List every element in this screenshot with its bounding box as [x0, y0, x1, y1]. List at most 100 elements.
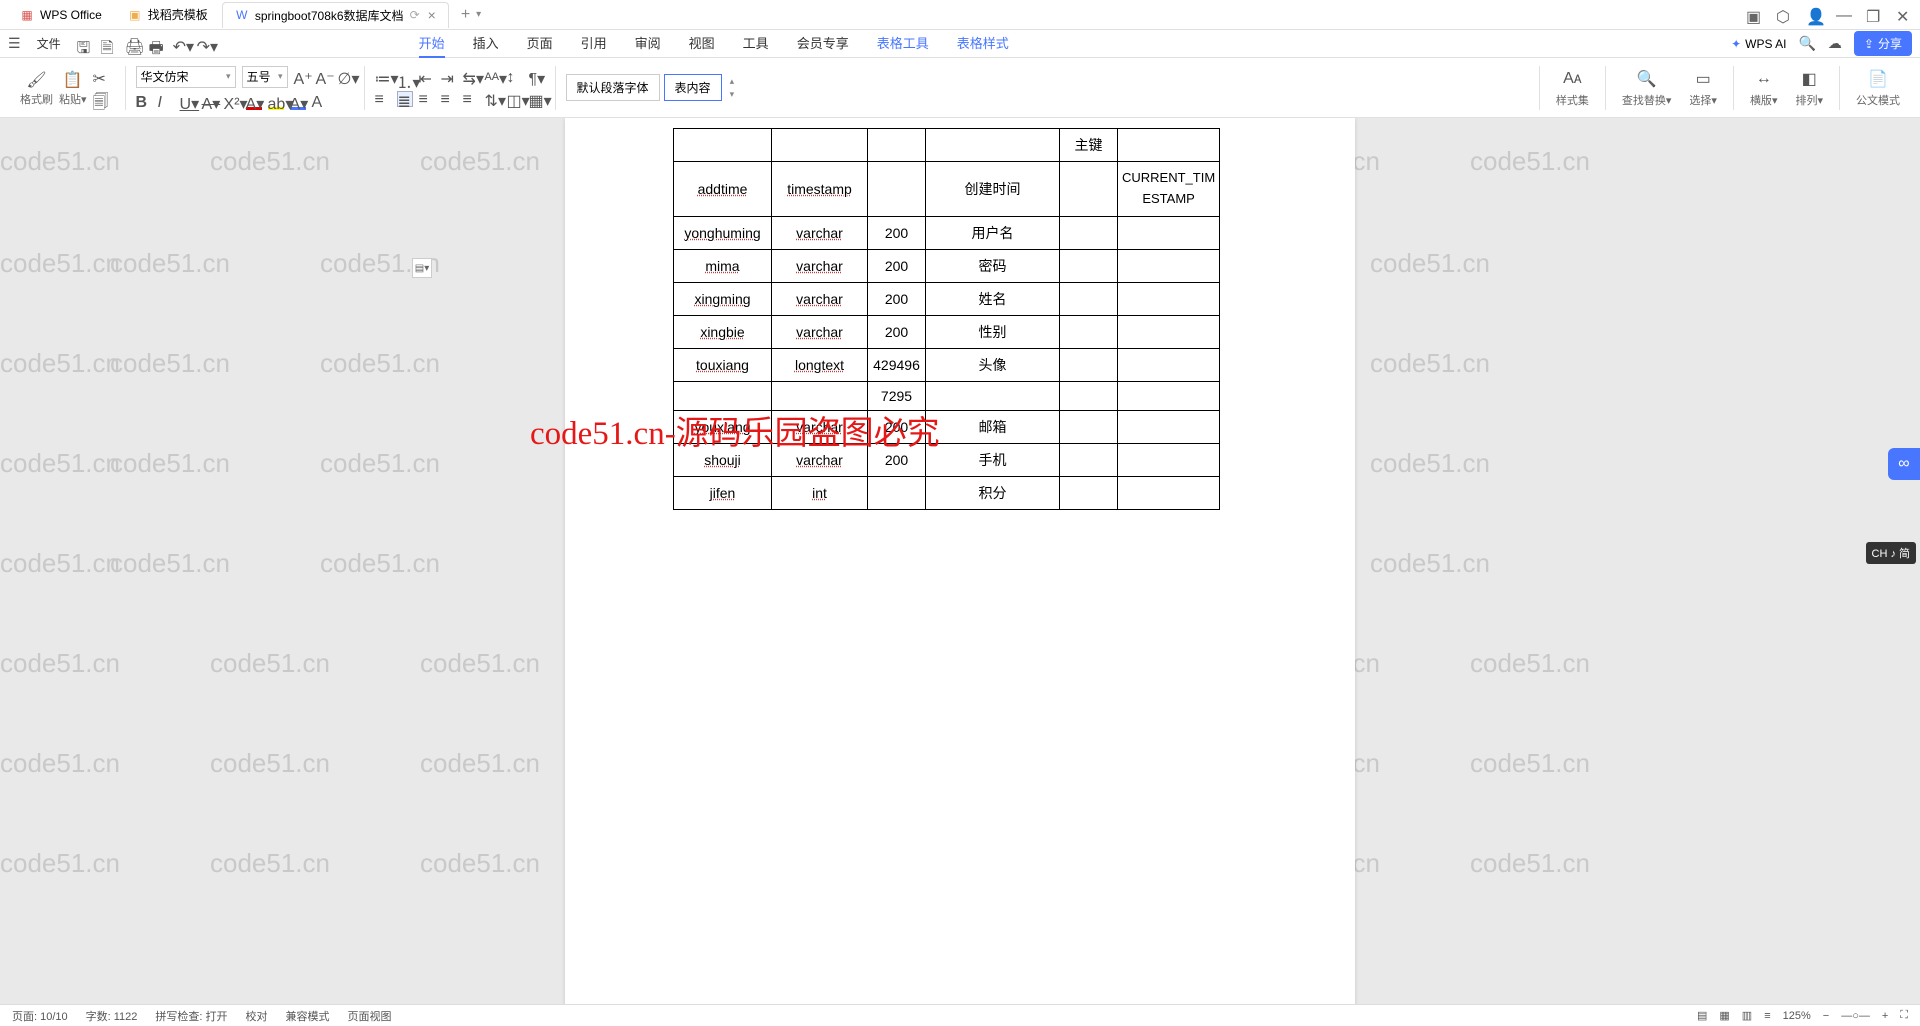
style-down-icon[interactable]: ▾	[730, 89, 735, 100]
table-row[interactable]: touxianglongtext429496头像	[674, 348, 1220, 381]
file-menu[interactable]: 文件	[33, 33, 65, 54]
table-cell[interactable]	[1060, 443, 1118, 476]
bold-icon[interactable]: B	[136, 94, 152, 110]
ime-indicator[interactable]: CH ♪ 简	[1866, 542, 1917, 564]
table-cell[interactable]: 用户名	[926, 216, 1060, 249]
table-row[interactable]: xingmingvarchar200姓名	[674, 282, 1220, 315]
table-cell[interactable]: shouji	[674, 443, 772, 476]
table-cell[interactable]	[868, 476, 926, 509]
view-read-icon[interactable]: ▤	[1697, 1009, 1707, 1022]
table-cell[interactable]: 429496	[868, 348, 926, 381]
format-painter-icon[interactable]: 🖌	[26, 69, 48, 91]
table-cell[interactable]: CURRENT_TIMESTAMP	[1118, 162, 1220, 217]
style-up-icon[interactable]: ▴	[730, 76, 735, 87]
arrange-button[interactable]: ◧ 排列▾	[1789, 68, 1829, 108]
table-cell[interactable]: longtext	[772, 348, 868, 381]
status-proof[interactable]: 校对	[246, 1008, 268, 1024]
distribute-icon[interactable]: ≡	[463, 91, 479, 107]
outdent-icon[interactable]: ⇤	[419, 69, 435, 85]
char-scale-icon[interactable]: ⇆▾	[463, 69, 479, 85]
select-button[interactable]: ▭ 选择▾	[1683, 68, 1723, 108]
size-select[interactable]: 五号▾	[242, 66, 288, 88]
table-cell[interactable]	[674, 129, 772, 162]
table-cell[interactable]: 密码	[926, 249, 1060, 282]
grow-font-icon[interactable]: A⁺	[294, 69, 310, 85]
view-print-icon[interactable]: ▦	[1719, 1009, 1729, 1022]
table-cell[interactable]	[1118, 216, 1220, 249]
show-marks-icon[interactable]: ¶▾	[529, 69, 545, 85]
para-shading-icon[interactable]: ◫▾	[507, 91, 523, 107]
table-cell[interactable]: addtime	[674, 162, 772, 217]
table-row[interactable]: shoujivarchar200手机	[674, 443, 1220, 476]
table-row[interactable]: xingbievarchar200性别	[674, 315, 1220, 348]
table-cell[interactable]: varchar	[772, 410, 868, 443]
new-tab-button[interactable]: +	[461, 6, 470, 24]
table-cell[interactable]	[1060, 249, 1118, 282]
table-cell[interactable]: varchar	[772, 216, 868, 249]
table-row[interactable]: 7295	[674, 381, 1220, 410]
print-quick-icon[interactable]: 🖶	[149, 37, 163, 51]
table-cell[interactable]: 200	[868, 249, 926, 282]
table-cell[interactable]	[868, 162, 926, 217]
tab-document[interactable]: W springboot708k6数据库文档 ⟳ ×	[222, 2, 449, 28]
table-row[interactable]: yonghumingvarchar200用户名	[674, 216, 1220, 249]
shading-icon[interactable]: A▾	[290, 94, 306, 110]
char-spacing-icon[interactable]: ᴬᴬ▾	[485, 69, 501, 85]
document-canvas[interactable]: code51.cn code51.cn code51.cn code51.cn …	[0, 118, 1920, 1026]
style-table-content[interactable]: 表内容	[664, 74, 722, 101]
table-cell[interactable]: xingming	[674, 282, 772, 315]
borders-icon[interactable]: ▦▾	[529, 91, 545, 107]
table-cell[interactable]	[1060, 476, 1118, 509]
table-cell[interactable]: 姓名	[926, 282, 1060, 315]
zoom-value[interactable]: 125%	[1783, 1010, 1811, 1022]
package-icon[interactable]: ⬡	[1776, 7, 1792, 23]
italic-icon[interactable]: I	[158, 94, 174, 110]
char-border-icon[interactable]: A	[312, 94, 328, 110]
table-cell[interactable]: 200	[868, 443, 926, 476]
table-cell[interactable]	[1060, 410, 1118, 443]
tab-start[interactable]: 开始	[419, 29, 445, 58]
wps-ai-button[interactable]: ✦ WPS AI	[1731, 37, 1786, 51]
zoom-in-icon[interactable]: +	[1882, 1010, 1888, 1022]
copy-icon[interactable]: 🗐	[93, 91, 109, 107]
table-cell[interactable]: 主键	[1060, 129, 1118, 162]
table-cell[interactable]: yonghuming	[674, 216, 772, 249]
table-cell[interactable]: 头像	[926, 348, 1060, 381]
table-cell[interactable]	[926, 381, 1060, 410]
align-left-icon[interactable]: ≡	[375, 91, 391, 107]
underline-icon[interactable]: U▾	[180, 94, 196, 110]
official-mode-button[interactable]: 📄 公文模式	[1850, 68, 1906, 108]
table-cell[interactable]	[1060, 162, 1118, 217]
floating-assistant-button[interactable]: ∞	[1888, 448, 1920, 480]
minimize-icon[interactable]: —	[1836, 7, 1852, 23]
table-cell[interactable]	[1118, 410, 1220, 443]
table-cell[interactable]	[1060, 315, 1118, 348]
table-cell[interactable]: jifen	[674, 476, 772, 509]
table-cell[interactable]	[868, 129, 926, 162]
table-cell[interactable]	[1118, 129, 1220, 162]
table-cell[interactable]	[1118, 348, 1220, 381]
status-page[interactable]: 页面: 10/10	[12, 1008, 68, 1024]
table-cell[interactable]: 200	[868, 282, 926, 315]
table-cell[interactable]: mima	[674, 249, 772, 282]
close-icon[interactable]: ×	[428, 7, 436, 23]
table-cell[interactable]	[1118, 315, 1220, 348]
view-outline-icon[interactable]: ≡	[1764, 1010, 1770, 1022]
fit-icon[interactable]: ⛶	[1900, 1009, 1908, 1022]
status-words[interactable]: 字数: 1122	[86, 1008, 138, 1024]
table-cell[interactable]: 200	[868, 410, 926, 443]
view-web-icon[interactable]: ▥	[1742, 1009, 1752, 1022]
shrink-font-icon[interactable]: A⁻	[316, 69, 332, 85]
cut-icon[interactable]: ✂	[93, 69, 109, 85]
undo-icon[interactable]: ↶▾	[173, 37, 187, 51]
table-cell[interactable]	[1118, 381, 1220, 410]
table-cell[interactable]: touxiang	[674, 348, 772, 381]
table-cell[interactable]	[674, 381, 772, 410]
database-table[interactable]: 主键addtimetimestamp创建时间CURRENT_TIMESTAMPy…	[673, 128, 1220, 510]
table-row[interactable]: youxiangvarchar200邮箱	[674, 410, 1220, 443]
print-preview-icon[interactable]: 🗎	[101, 37, 115, 51]
table-row[interactable]: mimavarchar200密码	[674, 249, 1220, 282]
table-cell[interactable]: 创建时间	[926, 162, 1060, 217]
tab-table-tool[interactable]: 表格工具	[877, 29, 929, 58]
table-cell[interactable]	[1118, 282, 1220, 315]
